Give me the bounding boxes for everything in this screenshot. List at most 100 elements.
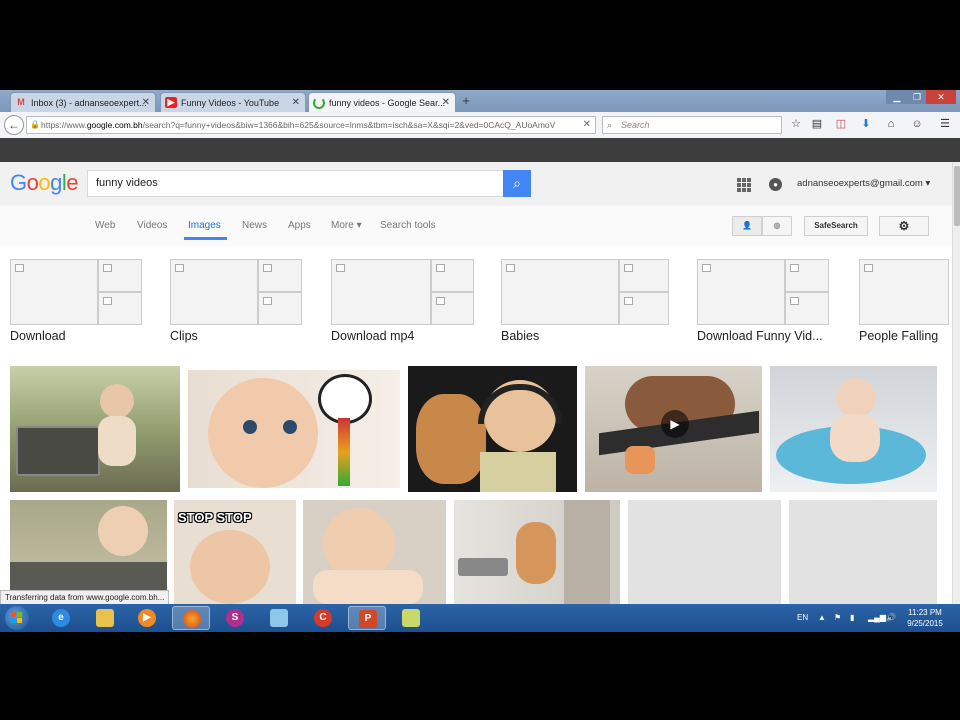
notifications-icon[interactable]: ●: [769, 178, 782, 191]
apps-grid-icon[interactable]: [737, 178, 751, 192]
tab-youtube[interactable]: ▶ Funny Videos - YouTube ✕: [160, 92, 306, 112]
taskbar-explorer[interactable]: [86, 606, 124, 630]
taskbar-sticky[interactable]: [392, 606, 430, 630]
page-scrollbar[interactable]: [952, 162, 960, 604]
tab-images[interactable]: Images: [184, 220, 227, 240]
image-result-loading[interactable]: [628, 500, 781, 604]
eye-shape: [243, 420, 257, 434]
language-indicator[interactable]: EN: [797, 604, 808, 632]
image-result[interactable]: [188, 370, 400, 488]
safesearch-button[interactable]: SafeSearch: [804, 216, 868, 236]
toy-dog-shape: [625, 446, 655, 474]
image-result[interactable]: ▶: [585, 366, 762, 492]
tab-more[interactable]: More ▾: [331, 220, 362, 231]
tab-google-search[interactable]: funny videos - Google Sear... ✕: [308, 92, 456, 112]
google-logo[interactable]: Google: [10, 170, 79, 196]
image-result[interactable]: STOP STOP: [174, 500, 296, 604]
taskbar-powerpoint[interactable]: P: [348, 606, 386, 630]
broken-image-icon: [10, 259, 98, 325]
search-type-tabs: Web Videos Images News Apps More ▾ Searc…: [0, 206, 952, 247]
settings-gear-icon[interactable]: ⚙: [879, 216, 929, 236]
scrollbar-thumb[interactable]: [954, 166, 960, 226]
image-result[interactable]: [303, 500, 446, 604]
related-label: Download mp4: [331, 329, 415, 343]
minimize-button[interactable]: ▁: [886, 90, 908, 104]
image-result[interactable]: [10, 366, 180, 492]
broken-image-icon: [501, 259, 619, 325]
image-result[interactable]: [408, 366, 577, 492]
play-icon[interactable]: ▶: [661, 410, 689, 438]
home-icon[interactable]: ⌂: [884, 117, 898, 131]
youtube-icon: ▶: [165, 97, 177, 108]
restore-button[interactable]: ❐: [908, 90, 926, 104]
baby-face-shape: [208, 378, 318, 488]
menu-icon[interactable]: ☰: [938, 117, 952, 131]
image-result[interactable]: [10, 500, 167, 604]
related-label: Babies: [501, 329, 540, 343]
tab-videos[interactable]: Videos: [137, 220, 167, 231]
windows-taskbar: e ▶ S C P EN ▲ ⚑ ▮ ▂▄▆ 🔊 11:23 PM 9/25/2…: [0, 604, 960, 632]
close-icon[interactable]: ✕: [142, 93, 150, 112]
pocket-icon[interactable]: ◫: [834, 117, 848, 131]
lock-icon: 🔒: [30, 120, 40, 129]
gmail-icon: M: [17, 97, 25, 107]
close-icon[interactable]: ✕: [442, 93, 450, 112]
tab-news[interactable]: News: [242, 220, 267, 231]
search-icon: ⌕: [607, 120, 613, 130]
broken-image-icon: [785, 259, 829, 292]
url-path: /search?q=funny+videos&biw=1366&bih=625&…: [142, 120, 556, 130]
reading-list-icon[interactable]: ▤: [810, 117, 824, 131]
explorer-icon: [96, 609, 114, 627]
signal-icon[interactable]: ▂▄▆: [868, 604, 886, 632]
clock-date: 9/25/2015: [907, 619, 943, 628]
related-label: Download Funny Vid...: [697, 329, 823, 343]
chat-icon[interactable]: ☺: [910, 117, 924, 131]
browser-search-input[interactable]: ⌕ Search: [602, 116, 782, 134]
account-menu[interactable]: adnanseoexperts@gmail.com ▾: [797, 178, 930, 189]
personal-results-button[interactable]: 👤: [732, 216, 762, 236]
broken-image-icon: [331, 259, 431, 325]
taskbar-notes[interactable]: [260, 606, 298, 630]
image-result[interactable]: [454, 500, 620, 604]
show-hidden-icons-icon[interactable]: ▲: [818, 604, 826, 632]
taskbar-ie[interactable]: e: [42, 606, 80, 630]
related-label: Download: [10, 329, 66, 343]
system-clock[interactable]: 11:23 PM 9/25/2015: [900, 607, 950, 629]
toy-stick-shape: [338, 418, 350, 486]
url-bar[interactable]: 🔒 https://www.google.com.bh/search?q=fun…: [26, 116, 596, 134]
cat-shape: [516, 522, 556, 584]
baby-head-shape: [100, 384, 134, 418]
broken-image-icon: [859, 259, 949, 325]
taskbar-media-player[interactable]: ▶: [128, 606, 166, 630]
tab-apps[interactable]: Apps: [288, 220, 311, 231]
image-result[interactable]: [770, 366, 937, 492]
network-icon[interactable]: ▮: [850, 604, 854, 632]
image-result-loading[interactable]: [789, 500, 937, 604]
download-icon[interactable]: ⬇: [859, 117, 873, 131]
baby-head-shape: [836, 378, 876, 418]
tab-gmail[interactable]: M Inbox (3) - adnanseoexpert... ✕: [10, 92, 156, 112]
boombox-shape: [16, 426, 100, 476]
close-window-button[interactable]: ✕: [926, 90, 956, 104]
start-button[interactable]: [5, 606, 29, 630]
notes-icon: [270, 609, 288, 627]
search-placeholder: Search: [621, 120, 650, 130]
globe-icon[interactable]: ◍: [762, 216, 792, 236]
search-button[interactable]: ⌕: [503, 170, 531, 197]
broken-image-icon: [258, 259, 302, 292]
flag-icon[interactable]: ⚑: [834, 604, 841, 632]
taskbar-shield-app[interactable]: S: [216, 606, 254, 630]
search-query-input[interactable]: funny videos: [87, 170, 504, 197]
volume-icon[interactable]: 🔊: [886, 604, 896, 632]
tab-search-tools[interactable]: Search tools: [380, 220, 436, 231]
tab-web[interactable]: Web: [95, 220, 115, 231]
star-icon[interactable]: ☆: [789, 117, 803, 131]
back-button[interactable]: ←: [4, 115, 24, 135]
windows-logo-icon: [11, 618, 16, 623]
new-tab-button[interactable]: +: [458, 93, 474, 109]
close-icon[interactable]: ✕: [292, 93, 300, 112]
url-domain: google.com.bh: [86, 120, 143, 130]
taskbar-ccleaner[interactable]: C: [304, 606, 342, 630]
stop-loading-icon[interactable]: ✕: [583, 117, 591, 133]
taskbar-firefox[interactable]: [172, 606, 210, 630]
